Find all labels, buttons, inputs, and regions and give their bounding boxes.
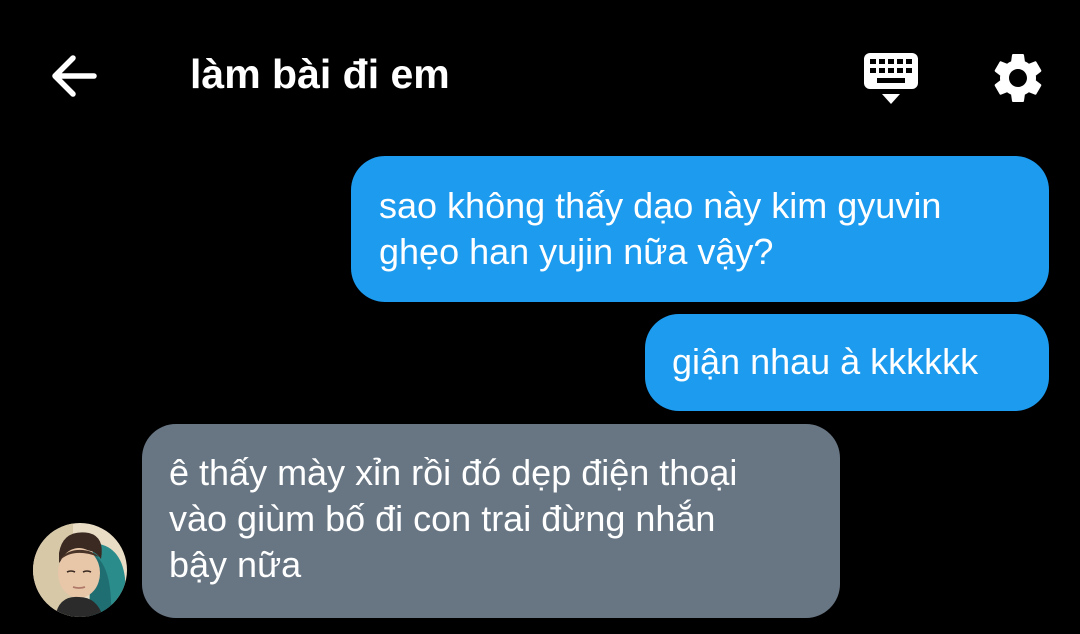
message-bubble-outgoing[interactable]: sao không thấy dạo này kim gyuvin ghẹo h…: [351, 156, 1049, 302]
sender-avatar[interactable]: [33, 523, 127, 617]
conversation-title: làm bài đi em: [190, 51, 450, 97]
chat-header: làm bài đi em: [0, 0, 1080, 150]
message-text-line: vào giùm bố đi con trai đừng nhắn: [169, 498, 716, 539]
keyboard-hide-icon: [864, 53, 918, 104]
avatar-photo: [33, 523, 127, 617]
arrow-left-icon: [52, 55, 97, 97]
message-text-line: giận nhau à kkkkkk: [672, 341, 979, 382]
settings-button[interactable]: [988, 48, 1048, 108]
message-bubble-outgoing[interactable]: giận nhau à kkkkkk: [645, 314, 1049, 411]
message-text-line: ghẹo han yujin nữa vậy?: [379, 231, 774, 272]
message-bubble-incoming[interactable]: ê thấy mày xỉn rồi đó dẹp điện thoại vào…: [142, 424, 840, 618]
message-text-line: sao không thấy dạo này kim gyuvin: [379, 185, 942, 226]
message-text-line: ê thấy mày xỉn rồi đó dẹp điện thoại: [169, 452, 738, 493]
hide-keyboard-button[interactable]: [860, 50, 922, 108]
message-text-line: bậy nữa: [169, 544, 302, 585]
gear-icon: [994, 54, 1042, 102]
back-button[interactable]: [46, 50, 102, 102]
